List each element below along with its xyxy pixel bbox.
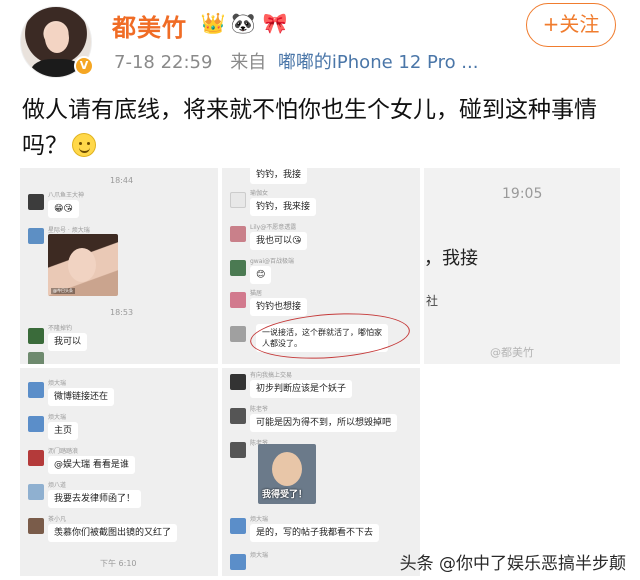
panda-icon: 🐼	[230, 11, 256, 35]
chat-message: 羡慕你们被截图出镜的又红了	[48, 524, 178, 542]
chat-message: ，我接	[424, 248, 478, 269]
chat-screenshot-1[interactable]: 18:44 八爪鱼王大神 😁😘 星际号 · 烦大瑞 @今日头条 18:53 不隆…	[20, 168, 218, 364]
bow-icon: 🎀	[262, 11, 288, 35]
chat-avatar	[28, 518, 44, 534]
chat-sender: gwai@百战极端	[250, 258, 295, 265]
source-watermark: 头条 @你中了娱乐恶搞半步颠	[399, 554, 626, 574]
photo-caption: @今日头条	[51, 288, 75, 294]
chat-sender: 茶小凡	[48, 516, 67, 523]
chat-avatar	[230, 226, 246, 242]
red-circle-annotation	[248, 308, 412, 364]
chat-message: 我可以	[48, 333, 88, 351]
image-grid: 18:44 八爪鱼王大神 😁😘 星际号 · 烦大瑞 @今日头条 18:53 不隆…	[20, 168, 620, 576]
chat-sender: 有向我搞上交易	[250, 372, 293, 379]
chat-avatar	[230, 326, 246, 342]
shared-meme-image[interactable]: 我得受了！	[258, 444, 316, 504]
chat-avatar	[28, 328, 44, 344]
verified-icon: V	[74, 56, 94, 76]
emoji-sticker-icon: 😊	[250, 266, 272, 284]
chat-message: 钓钓，我接	[250, 168, 308, 184]
chat-avatar	[230, 374, 246, 390]
chat-time: 18:53	[110, 308, 134, 317]
chat-sender: 烦八道	[48, 482, 67, 489]
chat-avatar	[28, 416, 44, 432]
chat-sender: 烦大瑞	[48, 380, 67, 387]
chat-sender: 瑜伽女	[250, 190, 269, 197]
chat-sender: 烦大瑞	[48, 414, 67, 421]
chat-sender: 星际号 · 烦大瑞	[48, 227, 90, 234]
chat-avatar	[28, 484, 44, 500]
weibo-watermark: @都美竹	[490, 346, 534, 359]
chat-message: 是的，写的帖子我都看不下去	[250, 524, 380, 542]
chat-avatar	[230, 442, 246, 458]
chat-partial-text: 社	[426, 294, 439, 308]
chat-message: 我要去发律师函了！	[48, 490, 142, 508]
chat-message: 😁😘	[48, 200, 79, 218]
post-text: 做人请有底线，将来就不怕你也生个女儿，碰到这种事情吗？	[22, 92, 622, 164]
chat-avatar	[230, 292, 246, 308]
chat-sender: 陈老爷	[250, 406, 269, 413]
smile-emoji-icon	[72, 133, 96, 157]
chat-avatar	[230, 192, 246, 208]
chat-avatar	[28, 450, 44, 466]
chat-message: 初步判断应该是个妖子	[250, 380, 353, 398]
chat-screenshot-4[interactable]: 烦大瑞 微博链接还在 烦大瑞 主页 沥门踏踏浪 @娱大瑞 看看是谁 烦八道 我要…	[20, 368, 218, 576]
post-source[interactable]: 嘟嘟的iPhone 12 Pro ...	[278, 52, 479, 73]
shared-photo[interactable]: @今日头条	[48, 234, 118, 296]
photo-face	[68, 248, 96, 282]
chat-screenshot-5[interactable]: 有向我搞上交易 初步判断应该是个妖子 陈老爷 可能是因为得不到，所以想毁掉吧 陈…	[222, 368, 420, 576]
chat-message: 钓钓也想接	[250, 298, 308, 316]
chat-avatar	[230, 554, 246, 570]
avatar-face	[45, 23, 69, 53]
chat-message: @娱大瑞 看看是谁	[48, 456, 135, 474]
author-name[interactable]: 都美竹	[112, 8, 187, 43]
follow-button[interactable]: +关注	[526, 3, 616, 47]
chat-time: 18:44	[110, 176, 134, 185]
kid-face	[272, 452, 302, 486]
chat-sender: 烦大瑞	[250, 516, 269, 523]
source-prefix: 来自	[230, 52, 267, 73]
chat-sender: 八爪鱼王大神	[48, 192, 85, 199]
meme-caption: 我得受了！	[262, 490, 308, 500]
chat-sender: 不隆掉钓	[48, 325, 73, 332]
post-header: V 都美竹 👑 🐼 🎀 7-18 22:59 来自 嘟嘟的iPhone 12 P…	[0, 0, 640, 82]
chat-sender: 沥门踏踏浪	[48, 448, 79, 455]
crown-icon: 👑	[200, 11, 226, 35]
post-meta: 7-18 22:59 来自 嘟嘟的iPhone 12 Pro ...	[114, 48, 478, 74]
chat-screenshot-2[interactable]: 钓钓，我接 瑜伽女 钓钓，我来接 Lily@不愿意透露 我也可以😘 gwai@百…	[222, 168, 420, 364]
chat-avatar	[28, 352, 44, 364]
chat-message: 主页	[48, 422, 79, 440]
chat-sender: Lily@不愿意透露	[250, 224, 297, 231]
chat-screenshot-3[interactable]: 19:05 ，我接 社 @都美竹	[424, 168, 620, 364]
chat-message: 我也可以😘	[250, 232, 308, 250]
chat-avatar	[230, 518, 246, 534]
chat-message: 微博链接还在	[48, 388, 115, 406]
chat-sender: 烦大瑞	[250, 552, 269, 559]
post-date: 7-18 22:59	[114, 52, 213, 73]
chat-avatar	[230, 260, 246, 276]
chat-avatar	[28, 194, 44, 210]
chat-time: 下午 6:10	[100, 559, 137, 568]
post-body: 做人请有底线，将来就不怕你也生个女儿，碰到这种事情吗？	[22, 97, 597, 159]
chat-avatar	[28, 382, 44, 398]
chat-avatar	[230, 408, 246, 424]
chat-time: 19:05	[502, 186, 543, 202]
chat-message: 钓钓，我来接	[250, 198, 317, 216]
chat-avatar	[28, 228, 44, 244]
chat-message: 可能是因为得不到，所以想毁掉吧	[250, 414, 398, 432]
chat-sender: 猫居	[250, 290, 263, 297]
